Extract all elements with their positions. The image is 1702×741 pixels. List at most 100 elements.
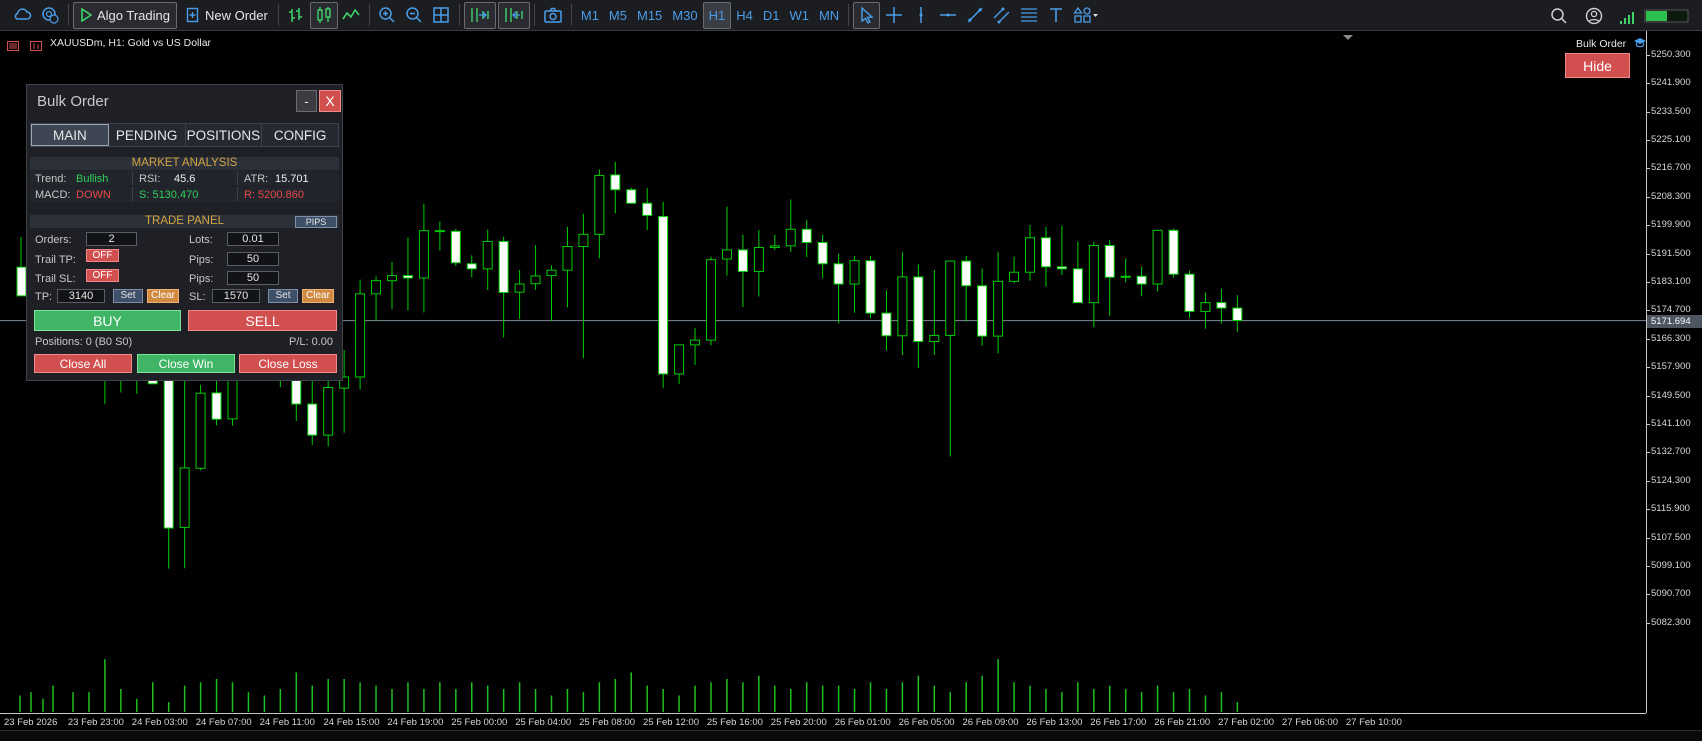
trail-tp-pips-label: Pips: — [189, 254, 214, 266]
chart-window-icon[interactable] — [30, 38, 42, 51]
candle-body — [626, 189, 637, 204]
zoom-out-icon[interactable] — [401, 2, 428, 29]
time-tick-label: 23 Feb 23:00 — [67, 717, 124, 728]
candle-body — [355, 293, 366, 378]
tp-input[interactable]: 3140 — [57, 289, 105, 303]
candle-body — [1040, 237, 1051, 268]
buy-button[interactable]: BUY — [34, 310, 181, 331]
panel-title[interactable]: Bulk Order — [37, 93, 109, 110]
equidistant-channel-icon[interactable] — [988, 2, 1015, 29]
trail-tp-pips-input[interactable]: 50 — [227, 252, 279, 266]
candle-body — [785, 228, 796, 247]
symbol-title: XAUUSDm, H1: Gold vs US Dollar — [50, 37, 212, 49]
price-tick — [1647, 622, 1650, 624]
candle-body — [1184, 273, 1195, 312]
sl-input[interactable]: 1570 — [212, 289, 260, 303]
timeframe-w1[interactable]: W1 — [784, 2, 814, 29]
close-loss-button[interactable]: Close Loss — [239, 354, 337, 373]
price-tick-label: 5191.500 — [1651, 247, 1691, 259]
pips-button[interactable]: PIPS — [295, 216, 337, 228]
minimize-button[interactable]: - — [296, 90, 317, 112]
zoom-in-icon[interactable] — [374, 2, 401, 29]
time-axis[interactable]: 23 Feb 2026 23 Feb 23:00 24 Feb 03:00 24 Fe… — [0, 713, 1646, 730]
candle-body — [993, 280, 1004, 337]
price-axis[interactable]: 5250.300 5241.900 5233.500 5225.100 5216.700… — [1646, 31, 1702, 713]
orders-input[interactable]: 2 — [86, 232, 137, 246]
tab-positions[interactable]: POSITIONS — [186, 124, 263, 146]
candle-body — [371, 280, 382, 295]
vertical-line-icon[interactable] — [907, 2, 934, 29]
cursor-icon[interactable] — [853, 1, 881, 29]
chart-shift-icon[interactable] — [497, 1, 530, 29]
price-tick — [1647, 594, 1650, 596]
account-icon[interactable] — [1580, 2, 1607, 29]
partial-candle-body — [16, 266, 27, 297]
trail-sl-toggle[interactable]: OFF — [86, 269, 119, 282]
timeframe-d1[interactable]: D1 — [758, 2, 785, 29]
hide-button[interactable]: Hide — [1565, 53, 1630, 78]
sl-set-button[interactable]: Set — [268, 289, 298, 303]
time-tick-label: 26 Feb 17:00 — [1090, 717, 1147, 728]
candle-body — [929, 334, 940, 342]
price-tick — [1647, 395, 1650, 397]
fibonacci-icon[interactable] — [1015, 2, 1042, 29]
tp-clear-button[interactable]: Clear — [147, 289, 179, 303]
grid-icon[interactable] — [428, 2, 455, 29]
expert-advisor-tag[interactable]: Bulk Order — [1576, 37, 1647, 50]
trail-tp-toggle[interactable]: OFF — [86, 249, 119, 262]
close-all-button[interactable]: Close All — [34, 354, 132, 373]
algo-trading-button[interactable]: Algo Trading — [73, 1, 177, 29]
signal-level-icon — [1613, 2, 1640, 29]
close-win-button[interactable]: Close Win — [137, 354, 235, 373]
candle-body — [658, 215, 669, 375]
candle-body — [1120, 275, 1131, 278]
shapes-menu-icon[interactable] — [1069, 2, 1103, 29]
text-tool-icon[interactable] — [1042, 2, 1069, 29]
screenshot-icon[interactable] — [539, 2, 567, 29]
price-tick — [1647, 196, 1650, 198]
crosshair-icon[interactable] — [880, 2, 907, 29]
timeframe-m15[interactable]: M15 — [632, 2, 667, 29]
cloud-icon[interactable] — [8, 2, 36, 29]
search-icon[interactable] — [1545, 2, 1572, 29]
price-tick-label: 5082.300 — [1651, 616, 1691, 628]
auto-scroll-icon[interactable] — [463, 1, 496, 29]
timeframe-m1[interactable]: M1 — [576, 2, 604, 29]
line-chart-icon[interactable] — [338, 2, 365, 29]
time-tick-label: 25 Feb 20:00 — [770, 717, 827, 728]
time-tick-label: 24 Feb 19:00 — [387, 717, 444, 728]
candle-body — [610, 174, 621, 191]
graduation-cap-icon — [1634, 38, 1647, 48]
signals-icon[interactable] — [36, 2, 64, 29]
tab-main[interactable]: MAIN — [31, 124, 109, 146]
timeframe-m5[interactable]: M5 — [604, 2, 632, 29]
sl-clear-button[interactable]: Clear — [302, 289, 334, 303]
candle-body — [753, 247, 764, 273]
chart-menu-icon[interactable] — [7, 38, 19, 51]
price-tick-label: 5216.700 — [1651, 162, 1691, 174]
time-tick-label: 25 Feb 00:00 — [451, 717, 508, 728]
bar-chart-icon[interactable] — [283, 2, 310, 29]
play-icon — [81, 8, 92, 22]
sell-button[interactable]: SELL — [188, 310, 337, 331]
price-tick — [1647, 480, 1650, 482]
trendline-icon[interactable] — [961, 2, 988, 29]
trail-sl-pips-input[interactable]: 50 — [227, 271, 279, 285]
timeframe-h1[interactable]: H1 — [702, 1, 732, 29]
horizontal-line-icon[interactable] — [934, 2, 961, 29]
timeframe-m30[interactable]: M30 — [667, 2, 702, 29]
candlestick-chart-icon[interactable] — [309, 1, 338, 29]
tab-config[interactable]: CONFIG — [262, 124, 338, 146]
timeframe-mn[interactable]: MN — [814, 2, 844, 29]
new-order-button[interactable]: New Order — [180, 2, 274, 29]
resistance-value: R: 5200.860 — [244, 189, 304, 201]
time-tick-label: 25 Feb 08:00 — [579, 717, 636, 728]
metatrader-window: Algo Trading New Order M1 M5 M15 M30 H1 … — [0, 0, 1702, 741]
candle-body — [642, 202, 653, 216]
timeframe-h4[interactable]: H4 — [731, 2, 758, 29]
close-button[interactable]: X — [319, 90, 341, 112]
tp-set-button[interactable]: Set — [113, 289, 143, 303]
lots-input[interactable]: 0.01 — [227, 232, 279, 246]
tab-pending[interactable]: PENDING — [109, 124, 186, 146]
price-tick — [1647, 367, 1650, 369]
